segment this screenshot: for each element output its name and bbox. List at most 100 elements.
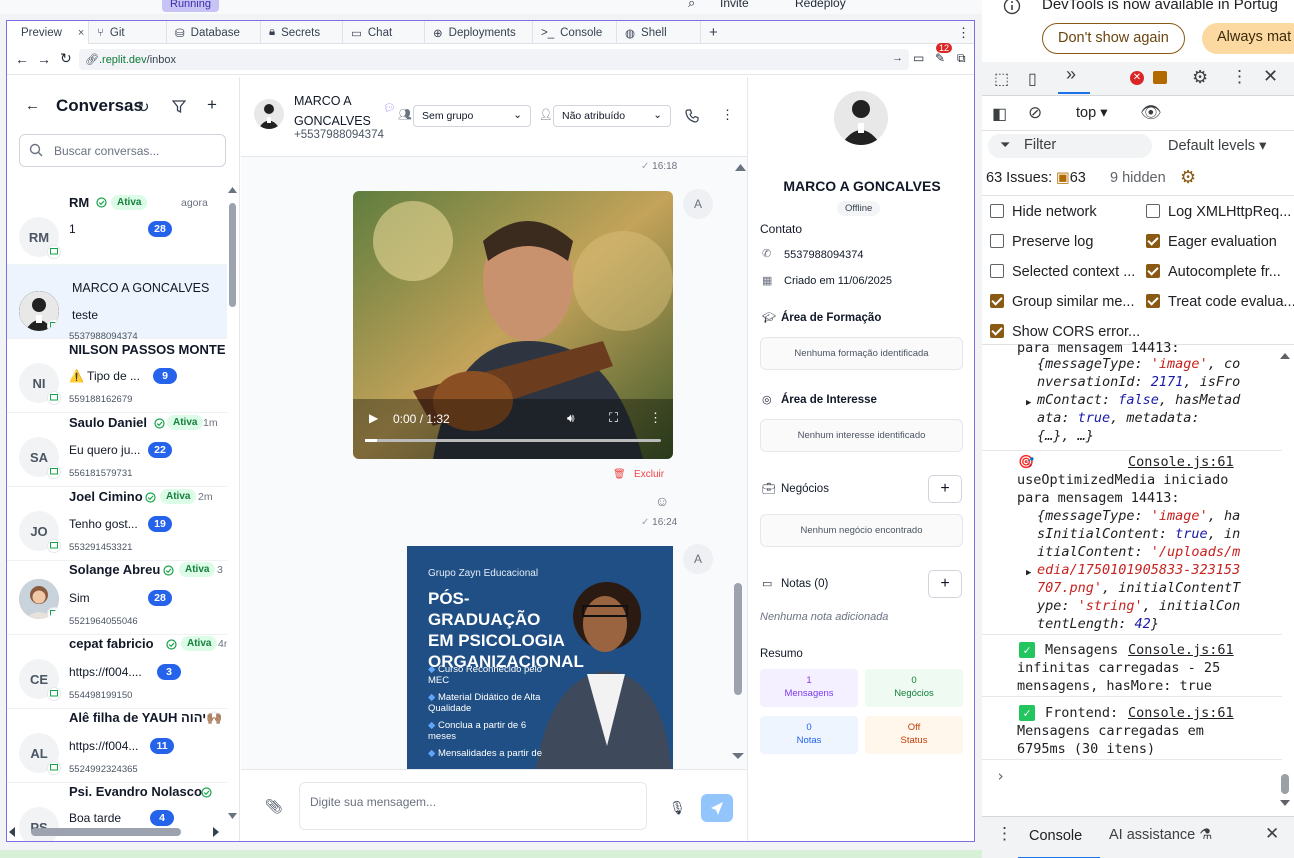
video-message[interactable]: ▶ 0:00 / 1:32 🔊︎ ⛶ ⋮ — [353, 191, 673, 459]
source-link[interactable]: Console.js:61 — [1128, 704, 1234, 722]
refresh-icon[interactable]: ↻ — [137, 98, 150, 116]
kebab-menu-icon[interactable]: ⋮ — [1231, 67, 1248, 87]
console-filter-input[interactable]: Filter ⏷ — [988, 134, 1152, 158]
close-drawer-icon[interactable]: ✕ — [1265, 824, 1279, 844]
option-selected-context[interactable]: Selected context ... — [990, 264, 1135, 280]
filter-icon[interactable] — [172, 100, 186, 113]
expand-triangle-icon[interactable]: ▶ — [1026, 564, 1031, 582]
conversation-item[interactable]: cepat fabricio Ativa 4n CE https://f004.… — [7, 635, 227, 709]
assignee-select[interactable]: Não atribuído ⌄ — [553, 105, 671, 127]
issues-count[interactable]: ▣63 — [1056, 170, 1086, 186]
source-link[interactable]: Console.js:61 — [1128, 453, 1234, 471]
tab-bar: Preview × ⑂ Git ⛁ Database 🔒︎ Secrets ▭ Chat… — [7, 21, 974, 44]
tab-console[interactable]: >_ Console — [533, 21, 617, 44]
conversation-item[interactable]: Solange Abreu Ativa 3 Sim 28 55219640550… — [7, 561, 227, 635]
go-icon[interactable]: → — [892, 52, 903, 64]
option-hide-network[interactable]: Hide network — [990, 204, 1097, 220]
horizontal-scrollbar[interactable] — [7, 825, 229, 839]
tab-preview[interactable]: Preview × — [7, 21, 89, 44]
option-group-similar[interactable]: Group similar me... — [990, 294, 1134, 310]
volume-icon[interactable]: 🔊︎ — [567, 411, 575, 426]
search-input[interactable]: Buscar conversas... — [19, 134, 226, 167]
sidebar-toggle-icon[interactable]: ◧ — [992, 104, 1007, 124]
fullscreen-icon[interactable]: ⛶ — [609, 410, 618, 426]
group-select[interactable]: Sem grupo ⌄ — [413, 105, 531, 127]
conversation-item[interactable]: Saulo Daniel Ativa 1m SA Eu quero ju... … — [7, 413, 227, 487]
forward-icon[interactable]: → — [37, 51, 51, 67]
conversation-item[interactable]: NILSON PASSOS MONTE NI ⚠️ Tipo de ... 9 … — [7, 339, 227, 413]
tab-ai-assistance[interactable]: AI assistance ⚗ — [1109, 827, 1212, 843]
avatar[interactable] — [254, 99, 284, 129]
dont-show-again-button[interactable]: Don't show again — [1042, 23, 1185, 54]
image-message[interactable]: Grupo Zayn Educacional PÓS-GRADUAÇÃO EM … — [407, 546, 673, 769]
video-more-icon[interactable]: ⋮ — [649, 410, 662, 426]
open-new-tab-icon[interactable]: ⧉ — [957, 51, 966, 66]
reload-icon[interactable]: ↻ — [60, 50, 72, 67]
message-input[interactable]: Digite sua mensagem... — [299, 782, 647, 830]
tab-git[interactable]: ⑂ Git — [89, 21, 167, 44]
redeploy-button[interactable]: Redeploy — [795, 0, 846, 10]
new-conversation-button[interactable]: + — [207, 95, 217, 115]
contact-phone: 5521964055046 — [69, 616, 138, 627]
attach-icon[interactable]: 📎︎ — [265, 798, 283, 815]
console-prompt-icon[interactable]: › — [996, 767, 1005, 785]
conversation-item-selected[interactable]: MARCO A GONCALVES teste 5537988094374 — [7, 265, 227, 342]
tab-secrets[interactable]: 🔒︎ Secrets — [261, 21, 343, 44]
clear-console-icon[interactable]: ⊘ — [1028, 103, 1042, 123]
log-levels-select[interactable]: Default levels ▾ — [1168, 138, 1266, 154]
message-icon[interactable] — [1153, 71, 1167, 84]
delete-message-button[interactable]: 🗑︎ Excluir — [613, 469, 664, 480]
eye-icon[interactable]: 👁︎ — [1140, 103, 1162, 123]
tab-chat[interactable]: ▭ Chat — [343, 21, 425, 44]
conversation-scrollbar[interactable] — [227, 183, 238, 823]
url-field[interactable]: 🔗︎.replit.dev/inbox → — [79, 49, 909, 70]
scroll-up-icon[interactable] — [735, 163, 746, 171]
source-link[interactable]: Console.js:61 — [1128, 641, 1234, 659]
option-treat-code-eval[interactable]: Treat code evalua... — [1146, 294, 1294, 310]
more-options-icon[interactable]: ⋮ — [721, 107, 734, 123]
context-select[interactable]: top ▾ — [1076, 105, 1107, 121]
emoji-icon[interactable]: ☺ — [655, 493, 669, 509]
conversation-item[interactable]: Alê filha de YAUH יהוה🙌🏽 AL https://f004… — [7, 709, 227, 783]
option-autocomplete[interactable]: Autocomplete fr... — [1146, 264, 1281, 280]
close-icon[interactable]: × — [78, 27, 84, 39]
run-status-badge[interactable]: Running — [162, 0, 219, 12]
send-button[interactable] — [701, 794, 733, 822]
option-eager-evaluation[interactable]: Eager evaluation — [1146, 234, 1277, 250]
add-negocio-button[interactable]: + — [928, 475, 962, 503]
tab-shell[interactable]: ◍ Shell — [617, 21, 701, 44]
tools-icon[interactable]: ✎ — [935, 51, 945, 65]
settings-gear-icon[interactable]: ⚙ — [1180, 167, 1196, 188]
close-devtools-icon[interactable]: ✕ — [1263, 66, 1278, 87]
always-match-button[interactable]: Always mat — [1202, 23, 1294, 54]
console-scrollbar[interactable] — [1279, 349, 1291, 809]
play-button[interactable]: ▶ — [369, 411, 378, 425]
search-icon[interactable]: ⌕ — [688, 0, 695, 11]
more-icon[interactable]: ⋮ — [957, 25, 970, 41]
video-progress[interactable] — [365, 439, 661, 442]
expand-triangle-icon[interactable]: ▶ — [1026, 394, 1031, 412]
add-note-button[interactable]: + — [928, 570, 962, 598]
drawer-menu-icon[interactable]: ⋮ — [996, 824, 1013, 844]
error-icon[interactable]: ✕ — [1130, 71, 1144, 85]
add-tab-button[interactable]: + — [701, 21, 731, 44]
devices-icon[interactable]: ▭ — [913, 51, 924, 65]
device-toolbar-icon[interactable]: ▯ — [1028, 69, 1037, 89]
back-arrow-icon[interactable]: ← — [25, 97, 40, 114]
back-icon[interactable]: ← — [15, 51, 29, 67]
option-preserve-log[interactable]: Preserve log — [990, 234, 1093, 250]
conversation-item[interactable]: RM RM Ativa agora 1 28 — [7, 191, 227, 265]
more-panels-icon[interactable]: » — [1058, 64, 1090, 94]
conversation-item[interactable]: Joel Cimino Ativa 2m JO Tenho gost... 19… — [7, 487, 227, 561]
option-log-xhr[interactable]: Log XMLHttpReq... — [1146, 204, 1291, 220]
tab-database[interactable]: ⛁ Database — [167, 21, 261, 44]
invite-button[interactable]: Invite — [720, 0, 749, 10]
tab-console[interactable]: Console — [1018, 817, 1100, 858]
inspect-icon[interactable]: ⬚ — [994, 69, 1009, 89]
phone-icon[interactable] — [685, 109, 699, 123]
option-show-cors[interactable]: Show CORS error... — [990, 324, 1140, 340]
tab-deployments[interactable]: ⊕ Deployments — [425, 21, 533, 44]
message-scrollbar[interactable] — [731, 583, 745, 769]
microphone-icon[interactable]: 🎙︎ — [669, 800, 686, 816]
settings-gear-icon[interactable]: ⚙ — [1192, 67, 1208, 88]
